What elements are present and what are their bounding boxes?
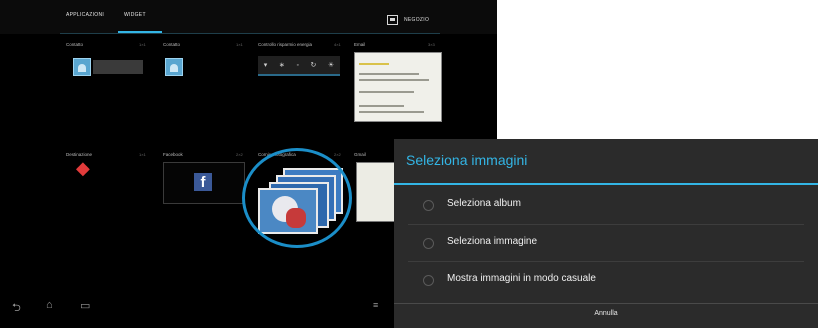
option-select-image[interactable]: Seleziona immagine	[394, 225, 818, 261]
mail-line	[359, 73, 419, 75]
widget-label-email: Email	[354, 42, 366, 47]
tab-widget[interactable]: WIDGET	[124, 12, 146, 32]
widget-size: 1×1	[139, 152, 146, 157]
top-bar: APPLICAZIONI WIDGET NEGOZIO	[0, 0, 497, 34]
contact-widget-bar[interactable]	[93, 60, 143, 74]
widget-size: 2×2	[236, 152, 243, 157]
cancel-label: Annulla	[594, 310, 618, 317]
shop-label: NEGOZIO	[404, 17, 430, 23]
widget-size: 2×2	[334, 152, 341, 157]
back-icon[interactable]: ⮌	[12, 299, 21, 318]
widget-label-power-control: Controllo risparmio energia	[258, 42, 313, 47]
mail-line	[359, 79, 429, 81]
widget-size: 4×1	[334, 42, 341, 47]
widget-label-gmail: Gmail	[354, 152, 366, 157]
facebook-widget[interactable]: f	[163, 162, 245, 204]
recent-apps-icon[interactable]: ▭	[80, 299, 90, 312]
mail-line	[359, 63, 389, 65]
widget-label-contact-1: Contatto	[66, 42, 84, 47]
widget-label-facebook: Facebook	[163, 152, 183, 157]
store-icon	[387, 15, 398, 25]
tag-icon[interactable]: ◆	[76, 158, 90, 179]
widget-label-destination: Destinazione	[66, 152, 93, 157]
facebook-icon: f	[194, 173, 212, 191]
bluetooth-icon: ∗	[278, 62, 285, 69]
cancel-button[interactable]: Annulla	[394, 303, 818, 329]
mail-line	[359, 105, 404, 107]
brightness-icon: ☀	[327, 62, 335, 69]
select-images-dialog: Seleziona immagini Seleziona album Selez…	[394, 139, 818, 328]
widget-size: 1×1	[236, 42, 243, 47]
option-select-album[interactable]: Seleziona album	[394, 187, 818, 223]
mail-line	[359, 111, 424, 113]
sync-icon: ↻	[310, 62, 317, 69]
dialog-title: Seleziona immagini	[406, 152, 528, 168]
widget-label-contact-2: Contatto	[163, 42, 181, 47]
option-label: Seleziona immagine	[447, 236, 538, 247]
gmail-widget-preview[interactable]	[356, 162, 398, 222]
shop-button[interactable]: NEGOZIO	[387, 15, 429, 25]
widget-size: 3×3	[428, 42, 435, 47]
contact-widget-icon[interactable]	[165, 58, 183, 76]
home-icon[interactable]: ⌂	[46, 299, 53, 311]
power-control-widget[interactable]: ▾ ∗ ◦ ↻ ☀	[258, 56, 340, 76]
option-random-images[interactable]: Mostra immagini in modo casuale	[394, 262, 818, 298]
wifi-icon: ▾	[263, 62, 268, 69]
radio-button[interactable]	[423, 275, 434, 286]
option-label: Mostra immagini in modo casuale	[447, 273, 596, 284]
contact-widget-icon[interactable]	[73, 58, 91, 76]
dialog-title-divider	[394, 183, 818, 185]
top-bar-divider	[60, 33, 440, 34]
mail-line	[359, 91, 414, 93]
gps-icon: ◦	[296, 61, 299, 69]
highlight-circle	[242, 148, 352, 248]
radio-button[interactable]	[423, 238, 434, 249]
widget-size: 1×1	[139, 42, 146, 47]
email-widget-preview[interactable]	[354, 52, 442, 122]
radio-button[interactable]	[423, 200, 434, 211]
menu-icon[interactable]: ≡	[373, 300, 378, 310]
option-label: Seleziona album	[447, 198, 521, 209]
tab-applications[interactable]: APPLICAZIONI	[66, 12, 104, 32]
